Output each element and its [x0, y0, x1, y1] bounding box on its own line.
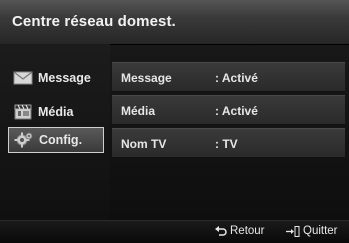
return-arrow-icon — [215, 225, 227, 237]
back-label: Retour — [230, 225, 265, 237]
sidebar-item-media[interactable]: Média — [12, 100, 108, 124]
exit-button[interactable]: Quitter — [286, 225, 338, 237]
setting-value: : Activé — [215, 104, 258, 118]
setting-name: Message — [121, 71, 172, 85]
sidebar-item-label: Config. — [39, 133, 83, 147]
setting-name: Nom TV — [121, 137, 167, 151]
window: Centre réseau domest. Message Média Conf… — [0, 0, 349, 243]
back-button[interactable]: Retour — [215, 225, 265, 237]
title-bar: Centre réseau domest. — [0, 0, 349, 45]
film-icon — [12, 103, 34, 121]
footer-bar: Retour Quitter — [0, 220, 349, 243]
envelope-icon — [12, 69, 34, 87]
sidebar-item-message[interactable]: Message — [12, 66, 108, 90]
sidebar-item-config[interactable]: Config. — [8, 127, 104, 153]
gear-icon — [13, 131, 35, 149]
setting-row-media[interactable]: Média : Activé — [112, 95, 345, 125]
exit-icon — [286, 225, 300, 237]
exit-label: Quitter — [303, 225, 338, 237]
sidebar-item-label: Message — [38, 71, 91, 85]
sidebar-item-label: Média — [38, 105, 74, 119]
setting-name: Média — [121, 104, 156, 118]
setting-value: : TV — [215, 137, 238, 151]
sidebar: Message Média Config. — [0, 44, 110, 220]
setting-row-tv-name[interactable]: Nom TV : TV — [112, 128, 345, 158]
page-title: Centre réseau domest. — [12, 13, 176, 30]
setting-row-message[interactable]: Message : Activé — [112, 62, 345, 92]
setting-value: : Activé — [215, 71, 258, 85]
